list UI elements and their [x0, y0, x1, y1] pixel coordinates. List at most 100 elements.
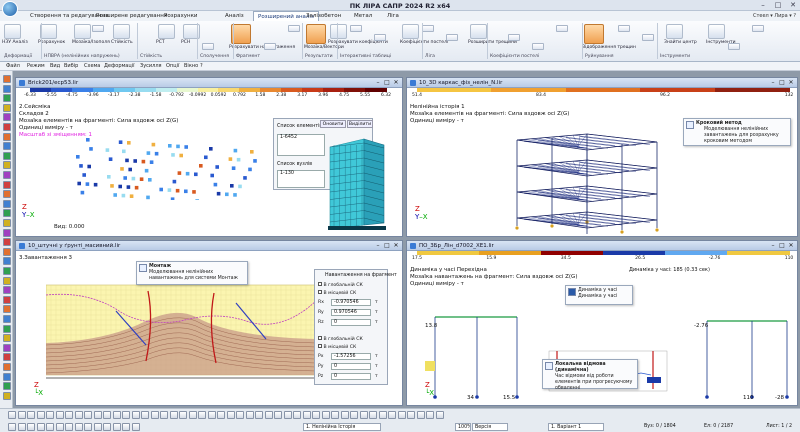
close-icon[interactable]: ✕: [787, 79, 795, 87]
app-logo-icon[interactable]: [2, 1, 18, 17]
toolbar-tool-icon[interactable]: [3, 171, 11, 179]
maximize-icon[interactable]: □: [383, 242, 391, 250]
toolbar-tool-icon[interactable]: [3, 324, 11, 333]
minimize-icon[interactable]: –: [374, 79, 382, 87]
toolbar-tool-icon[interactable]: [3, 353, 11, 362]
menu-item-9[interactable]: Вікно: [184, 62, 198, 71]
menu-item-3[interactable]: Вид: [50, 62, 60, 71]
status-tool-icon[interactable]: [226, 411, 235, 419]
toolbar-tool-icon[interactable]: [3, 180, 11, 189]
close-icon[interactable]: ✕: [392, 242, 400, 250]
toolbar-tool-icon[interactable]: [3, 75, 11, 83]
status-tool-icon[interactable]: [350, 411, 358, 419]
status-tool-icon[interactable]: [27, 423, 35, 431]
status-tool-icon[interactable]: [302, 411, 311, 419]
status-tool-icon[interactable]: [160, 411, 168, 419]
maximize-icon[interactable]: □: [383, 79, 391, 87]
version-dropdown[interactable]: Версія: [472, 423, 508, 431]
status-tool-icon[interactable]: [312, 411, 320, 419]
ribbon-small-icon[interactable]: [350, 25, 362, 32]
global-cs-option-2[interactable]: В глобальній СК: [318, 336, 363, 342]
status-tool-icon[interactable]: [27, 411, 35, 419]
local-cs-option-2[interactable]: В місцевій СК: [318, 344, 356, 350]
toolbar-tool-icon[interactable]: [3, 113, 11, 122]
toolbar-tool-icon[interactable]: [3, 123, 11, 131]
status-tool-icon[interactable]: [397, 411, 406, 419]
status-tool-icon[interactable]: [36, 423, 45, 431]
model-window-1[interactable]: Brick201/ecp53.lir – □ ✕ -6.33 -5.55 -4.75…: [15, 77, 403, 237]
status-tool-icon[interactable]: [36, 411, 45, 419]
toolbar-tool-icon[interactable]: [3, 199, 11, 208]
status-tool-icon[interactable]: [169, 411, 178, 419]
rx-field[interactable]: -0.970546: [331, 299, 371, 306]
ribbon-button-10[interactable]: [402, 24, 419, 39]
status-tool-icon[interactable]: [274, 411, 282, 419]
status-tool-icon[interactable]: [131, 423, 140, 431]
toolbar-tool-icon[interactable]: [3, 391, 11, 400]
tab-8[interactable]: Ліга: [383, 11, 403, 21]
ribbon-button-3[interactable]: [74, 24, 91, 39]
model-window-4[interactable]: ПО_3Бр_Лін_d7002_XE1.lir – □ ✕ 17.5 15.9 3…: [406, 240, 798, 406]
tab-4[interactable]: Аналіз: [221, 11, 248, 21]
ribbon-small-icon[interactable]: [642, 34, 654, 41]
window-title[interactable]: 10_3D каркас_фіз_нелін_N.lir: [407, 78, 797, 88]
model-window-3[interactable]: 10_штучні у ґрунті_масивний.lir – □ ✕ 3.…: [15, 240, 403, 406]
status-tool-icon[interactable]: [331, 411, 339, 419]
status-tool-icon[interactable]: [426, 411, 434, 419]
ribbon-button-9[interactable]: [330, 24, 347, 39]
status-tool-icon[interactable]: [207, 411, 216, 419]
toolbar-tool-icon[interactable]: [3, 209, 11, 218]
user-menu[interactable]: Стеел ▾ Лира ▾ ?: [753, 11, 796, 21]
maximize-icon[interactable]: □: [771, 0, 785, 10]
status-tool-icon[interactable]: [55, 411, 64, 419]
ribbon-button-7[interactable]: [231, 24, 251, 44]
status-tool-icon[interactable]: [122, 423, 130, 431]
status-tool-icon[interactable]: [255, 411, 263, 419]
status-tool-icon[interactable]: [74, 411, 83, 419]
ribbon-button-2[interactable]: [40, 24, 57, 39]
ribbon-small-icon[interactable]: [92, 25, 104, 32]
status-tool-icon[interactable]: [188, 411, 197, 419]
ribbon-button-11[interactable]: [470, 24, 487, 39]
status-tool-icon[interactable]: [236, 411, 244, 419]
status-tool-icon[interactable]: [103, 423, 111, 431]
maximize-icon[interactable]: □: [778, 79, 786, 87]
ribbon-small-icon[interactable]: [752, 25, 764, 32]
menu-item-5[interactable]: Схема: [84, 62, 100, 71]
node-list-field[interactable]: 1-130: [277, 170, 325, 188]
model-window-2[interactable]: 10_3D каркас_фіз_нелін_N.lir – □ ✕ 51.4 8…: [406, 77, 798, 237]
status-tool-icon[interactable]: [359, 411, 368, 419]
status-tool-icon[interactable]: [369, 411, 377, 419]
status-tool-icon[interactable]: [8, 411, 16, 419]
ribbon-small-icon[interactable]: [532, 43, 544, 50]
menu-item-6[interactable]: Деформації: [104, 62, 135, 71]
status-tool-icon[interactable]: [321, 411, 330, 419]
minimize-icon[interactable]: –: [756, 0, 770, 10]
ribbon-small-icon[interactable]: [288, 25, 300, 32]
status-tool-icon[interactable]: [131, 411, 140, 419]
ribbon-small-icon[interactable]: [556, 25, 568, 32]
status-tool-icon[interactable]: [150, 411, 159, 419]
ry-field[interactable]: 0.970546: [331, 309, 371, 316]
global-cs-option-1[interactable]: В глобальній СК: [318, 282, 363, 288]
toolbar-tool-icon[interactable]: [3, 190, 11, 199]
toolbar-tool-icon[interactable]: [3, 382, 11, 391]
ribbon-small-icon[interactable]: [446, 34, 458, 41]
ribbon-button-13[interactable]: [666, 24, 683, 39]
minimize-icon[interactable]: –: [769, 79, 777, 87]
status-tool-icon[interactable]: [407, 411, 415, 419]
toolbar-tool-icon[interactable]: [3, 286, 11, 295]
toolbar-tool-icon[interactable]: [3, 276, 11, 285]
toolbar-tool-icon[interactable]: [3, 151, 11, 160]
toolbar-tool-icon[interactable]: [3, 372, 11, 381]
minimize-icon[interactable]: –: [769, 242, 777, 250]
ribbon-small-icon[interactable]: [618, 25, 630, 32]
menu-item-7[interactable]: Зусилля: [140, 62, 162, 71]
status-tool-icon[interactable]: [283, 411, 292, 419]
status-tool-icon[interactable]: [388, 411, 396, 419]
ribbon-button-5[interactable]: [158, 24, 175, 39]
toolbar-tool-icon[interactable]: [3, 257, 11, 266]
toolbar-tool-icon[interactable]: [3, 267, 11, 275]
ribbon-small-icon[interactable]: [728, 43, 740, 50]
ribbon-button-12[interactable]: [584, 24, 604, 44]
